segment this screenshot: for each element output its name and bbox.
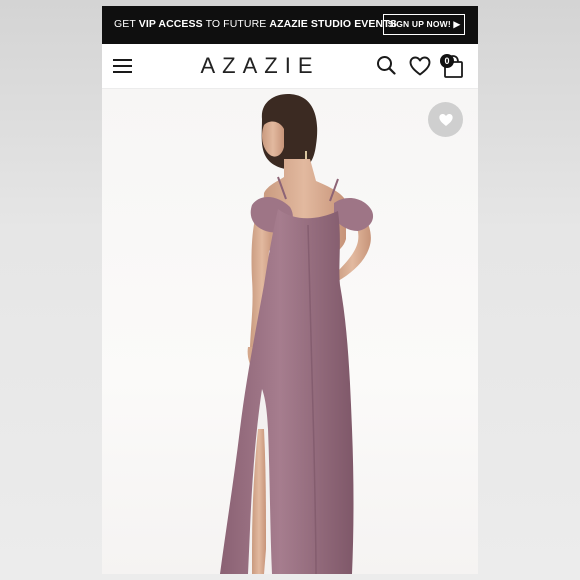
site-header: AZAZIE 0 [102,44,478,89]
product-image[interactable] [102,89,478,574]
cart-count-badge: 0 [440,54,454,68]
promo-prefix: GET [114,18,139,30]
sign-up-button[interactable]: SIGN UP NOW! ▶ [383,14,465,35]
promo-text: GET VIP ACCESS TO FUTURE AZAZIE STUDIO E… [114,18,397,30]
heart-icon[interactable] [409,56,431,76]
menu-icon[interactable] [112,56,134,76]
brand-logo[interactable]: AZAZIE [192,53,328,79]
promo-vip: VIP ACCESS [138,18,203,30]
mobile-page: GET VIP ACCESS TO FUTURE AZAZIE STUDIO E… [102,6,478,574]
promo-banner[interactable]: GET VIP ACCESS TO FUTURE AZAZIE STUDIO E… [102,6,478,44]
model-photo [220,94,374,574]
heart-icon [438,113,453,126]
promo-events: AZAZIE STUDIO EVENTS [269,18,397,30]
promo-middle: TO FUTURE [202,18,270,30]
search-icon[interactable] [376,55,396,75]
wishlist-button[interactable] [428,102,463,137]
